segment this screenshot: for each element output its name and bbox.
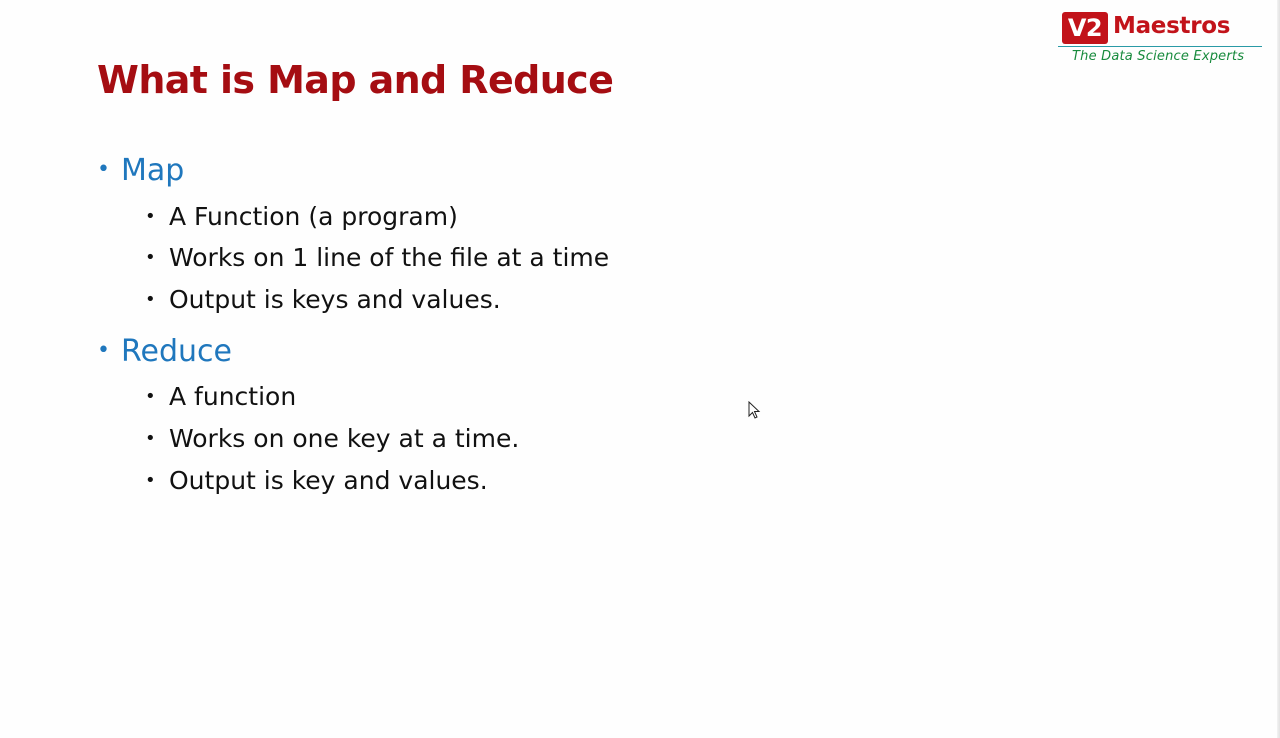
mouse-pointer-icon (748, 401, 761, 419)
bullet-heading-reduce: • Reduce (97, 333, 232, 370)
list-item: • Works on 1 line of the file at a time (145, 243, 609, 273)
bullet-icon: • (97, 157, 110, 182)
logo-tagline: The Data Science Experts (1072, 49, 1245, 64)
list-item: • A Function (a program) (145, 202, 458, 232)
list-item-text: A function (169, 382, 297, 411)
v2-maestros-logo: V2 Maestros The Data Science Experts (1058, 10, 1262, 70)
list-item: • A function (145, 382, 296, 412)
list-item: • Output is key and values. (145, 466, 488, 496)
list-item-text: A Function (a program) (169, 202, 458, 231)
bullet-icon: • (145, 206, 156, 227)
list-item: • Output is keys and values. (145, 285, 501, 315)
bullet-icon: • (145, 289, 156, 310)
bullet-icon: • (145, 470, 156, 491)
logo-name: Maestros (1113, 13, 1231, 39)
heading-text: Reduce (121, 334, 232, 369)
slide: What is Map and Reduce V2 Maestros The D… (0, 0, 1280, 738)
logo-divider (1058, 46, 1262, 47)
heading-text: Map (121, 153, 185, 188)
list-item-text: Works on 1 line of the file at a time (169, 243, 610, 272)
bullet-heading-map: • Map (97, 152, 184, 189)
bullet-icon: • (97, 338, 110, 363)
list-item-text: Works on one key at a time. (169, 424, 520, 453)
list-item-text: Output is key and values. (169, 466, 488, 495)
bullet-icon: • (145, 247, 156, 268)
logo-badge: V2 (1062, 12, 1108, 44)
slide-title: What is Map and Reduce (97, 58, 614, 102)
list-item-text: Output is keys and values. (169, 285, 501, 314)
list-item: • Works on one key at a time. (145, 424, 519, 454)
bullet-icon: • (145, 386, 156, 407)
bullet-icon: • (145, 428, 156, 449)
